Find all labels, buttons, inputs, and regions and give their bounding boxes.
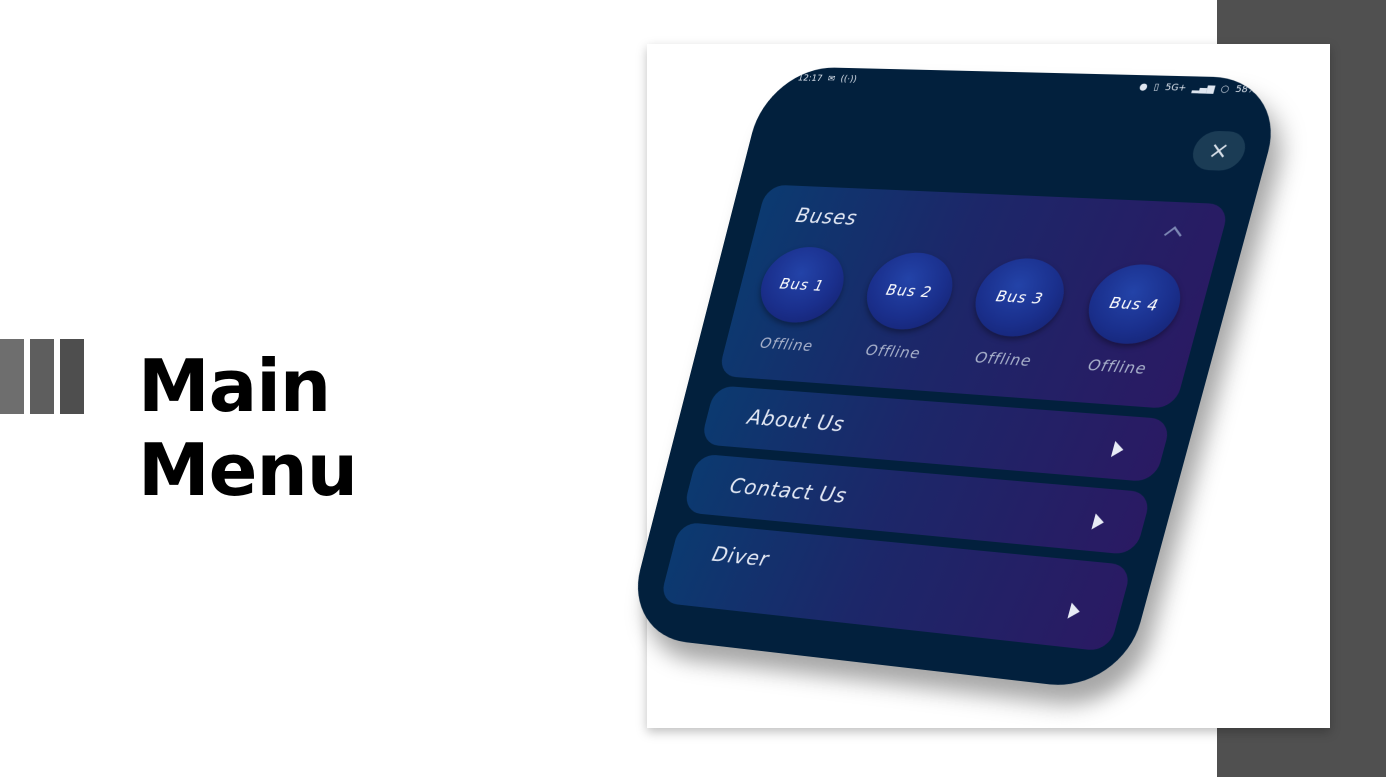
main-menu: Buses Bus 1 Offline Bus 2 Offline Bus 3 … — [657, 184, 1231, 662]
buses-section: Buses Bus 1 Offline Bus 2 Offline Bus 3 … — [717, 184, 1231, 410]
location-icon: ● — [1137, 82, 1149, 93]
bus-2-button[interactable]: Bus 2 — [857, 250, 962, 332]
mail-icon: ✉ — [826, 74, 837, 85]
bus-1-button[interactable]: Bus 1 — [752, 245, 853, 326]
status-time: 12:17 — [796, 73, 824, 84]
arrow-right-icon — [1067, 602, 1082, 620]
arrow-right-icon — [1091, 513, 1106, 531]
title-bar-2 — [30, 339, 54, 414]
menu-item-label: About Us — [745, 405, 848, 437]
slide-title-line-1: Main — [138, 344, 331, 428]
slide-title-line-2: Menu — [138, 428, 358, 512]
bus-list: Bus 1 Offline Bus 2 Offline Bus 3 Offlin… — [743, 245, 1192, 379]
title-bar-3 — [60, 339, 84, 414]
bus-3-button[interactable]: Bus 3 — [966, 256, 1074, 340]
chevron-up-icon[interactable] — [1163, 226, 1182, 244]
bus-1-status: Offline — [758, 334, 816, 356]
bus-3-status: Offline — [973, 348, 1034, 371]
status-right: ● ▯ 5G+ ▂▄▆ ○ 58% — [1138, 82, 1258, 95]
close-button[interactable]: × — [1188, 130, 1250, 172]
slide-title: Main Menu — [138, 344, 358, 512]
close-icon: × — [1205, 137, 1233, 165]
bus-item-3[interactable]: Bus 3 Offline — [957, 256, 1076, 371]
bus-4-button[interactable]: Bus 4 — [1079, 262, 1190, 347]
menu-item-label: Contact Us — [727, 474, 850, 508]
battery-icon: ○ — [1219, 84, 1231, 95]
wifi-calling-icon: ((·)) — [839, 74, 858, 85]
network-type: 5G+ — [1163, 82, 1188, 94]
title-bars-decoration — [0, 339, 84, 414]
arrow-right-icon — [1110, 440, 1126, 458]
bus-4-status: Offline — [1085, 355, 1149, 379]
battery-level: 58% — [1233, 84, 1259, 96]
bus-item-1[interactable]: Bus 1 Offline — [743, 245, 854, 356]
vibrate-icon: ▯ — [1152, 82, 1161, 94]
status-left: 12:17 ✉ ((·)) — [797, 74, 858, 85]
signal-icon: ▂▄▆ — [1191, 83, 1216, 95]
bus-item-2[interactable]: Bus 2 Offline — [848, 250, 963, 364]
bus-item-4[interactable]: Bus 4 Offline — [1069, 262, 1192, 379]
title-bar-1 — [0, 339, 24, 414]
buses-section-title[interactable]: Buses — [793, 203, 860, 229]
bus-2-status: Offline — [863, 341, 923, 363]
menu-item-label: Diver — [709, 542, 772, 572]
